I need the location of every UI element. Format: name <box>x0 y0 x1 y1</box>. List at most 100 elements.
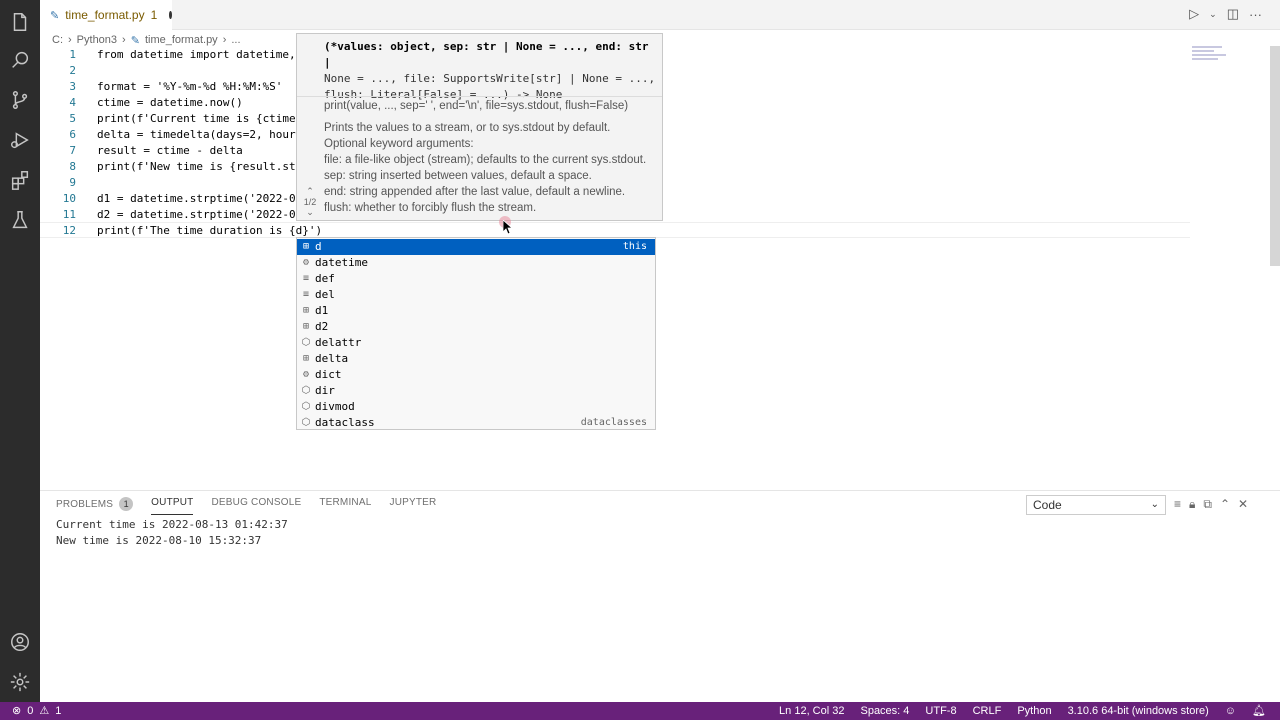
tab-output[interactable]: OUTPUT <box>151 497 194 515</box>
explorer-icon[interactable] <box>8 10 32 34</box>
problems-badge: 1 <box>119 497 134 511</box>
function-icon: ⬡ <box>301 385 311 396</box>
output-line: Current time is 2022-08-13 01:42:37 <box>56 518 288 531</box>
keyword-icon: ≡ <box>302 273 310 284</box>
feedback-icon[interactable]: ☺ <box>1225 702 1236 720</box>
suggestion-item[interactable]: ⬡ dataclass dataclasses <box>297 415 655 431</box>
tab-problem-count: 1 <box>150 8 158 22</box>
chevron-right-icon: › <box>122 34 126 46</box>
tab-filename: time_format.py <box>65 8 145 22</box>
status-right-items: Ln 12, Col 32 Spaces: 4 UTF-8 CRLF Pytho… <box>779 702 1266 720</box>
tab-terminal[interactable]: TERMINAL <box>319 497 371 515</box>
doc-line: flush: whether to forcibly flush the str… <box>324 202 537 214</box>
doc-line: Optional keyword arguments: <box>324 138 474 150</box>
signature-overload-nav: ⌃ 1/2 ⌄ <box>300 186 320 218</box>
suggestion-item[interactable]: ⬡ delattr <box>297 335 655 351</box>
suggestion-item[interactable]: ≡ def <box>297 271 655 287</box>
python-file-icon: ✎ <box>50 9 60 22</box>
signature-param-active: (*values: object, sep: str | None = ...,… <box>324 40 656 69</box>
suggest-widget: ⊞ d this ⚙ datetime ≡ def ≡ del ⊞ d1 ⊞ d2 ⬡ dela… <box>296 237 656 430</box>
file-encoding[interactable]: UTF-8 <box>925 702 956 720</box>
variable-icon: ⊞ <box>302 321 310 332</box>
suggestion-item[interactable]: ⊞ d1 <box>297 303 655 319</box>
signature-help-widget: (*values: object, sep: str | None = ...,… <box>296 33 663 221</box>
tab-problems[interactable]: PROBLEMS 1 <box>56 497 134 515</box>
editor-tab-bar: ✎ time_format.py 1 ▷ ⌄ ◫ ··· <box>40 0 1280 30</box>
run-debug-icon[interactable] <box>8 128 32 152</box>
end-of-line[interactable]: CRLF <box>973 702 1002 720</box>
doc-line: end: string appended after the last valu… <box>324 186 626 198</box>
error-count: 0 <box>27 705 34 717</box>
run-dropdown-icon[interactable]: ⌄ <box>1209 9 1217 20</box>
vertical-scrollbar[interactable] <box>1270 46 1280 266</box>
signature-text: (*values: object, sep: str | None = ...,… <box>324 39 659 103</box>
testing-icon[interactable] <box>8 208 32 232</box>
run-python-file-icon[interactable]: ▷ <box>1189 6 1199 22</box>
variable-icon: ⊞ <box>302 241 310 252</box>
language-mode[interactable]: Python <box>1017 702 1051 720</box>
more-actions-icon[interactable]: ··· <box>1249 7 1262 22</box>
editor-tab-time-format[interactable]: ✎ time_format.py 1 <box>40 0 172 30</box>
doc-line: sep: string inserted between values, def… <box>324 170 592 182</box>
source-control-icon[interactable] <box>8 88 32 112</box>
output-channel-value: Code <box>1033 498 1062 512</box>
close-panel-icon[interactable]: ✕ <box>1238 497 1248 512</box>
output-line: New time is 2022-08-10 15:32:37 <box>56 534 262 547</box>
bottom-panel: PROBLEMS 1 OUTPUT DEBUG CONSOLE TERMINAL … <box>40 490 1280 702</box>
suggestion-item[interactable]: ⚙ datetime <box>297 255 655 271</box>
signature-line-2: None = ..., file: SupportsWrite[str] | N… <box>324 72 656 85</box>
extensions-icon[interactable] <box>8 168 32 192</box>
cursor-position[interactable]: Ln 12, Col 32 <box>779 702 844 720</box>
error-icon: ⊗ <box>12 705 22 717</box>
minimap[interactable] <box>1192 46 1232 64</box>
warning-count: 1 <box>55 705 62 717</box>
unsaved-dot-icon[interactable] <box>169 11 172 19</box>
breadcrumb-symbol[interactable]: ... <box>231 34 240 46</box>
chevron-down-icon[interactable]: ⌄ <box>300 207 320 218</box>
lock-scroll-icon[interactable]: 🔒︎ <box>1189 497 1195 512</box>
breadcrumb-file[interactable]: time_format.py <box>145 34 218 46</box>
function-icon: ⬡ <box>301 417 311 428</box>
indentation[interactable]: Spaces: 4 <box>860 702 909 720</box>
mouse-pointer-icon <box>503 220 513 234</box>
breadcrumb-drive[interactable]: C: <box>52 34 63 46</box>
python-file-icon: ✎ <box>130 34 140 47</box>
settings-gear-icon[interactable] <box>8 670 32 694</box>
suggestion-item[interactable]: ⚙ dict <box>297 367 655 383</box>
open-in-editor-icon[interactable]: ⧉ <box>1203 497 1212 512</box>
suggestion-item[interactable]: ⊞ d2 <box>297 319 655 335</box>
breadcrumb-folder[interactable]: Python3 <box>77 34 117 46</box>
suggestion-item[interactable]: ⊞ delta <box>297 351 655 367</box>
signature-divider <box>297 96 662 97</box>
python-interpreter[interactable]: 3.10.6 64-bit (windows store) <box>1068 702 1209 720</box>
suggestion-item[interactable]: ≡ del <box>297 287 655 303</box>
chevron-up-icon[interactable]: ⌃ <box>300 186 320 197</box>
account-icon[interactable] <box>8 630 32 654</box>
signature-documentation: print(value, ..., sep=' ', end='\n', fil… <box>324 98 659 216</box>
panel-tabs: PROBLEMS 1 OUTPUT DEBUG CONSOLE TERMINAL … <box>56 497 436 515</box>
tab-jupyter[interactable]: JUPYTER <box>390 497 437 515</box>
clear-output-icon[interactable]: ≡ <box>1174 497 1181 512</box>
panel-actions: ≡ 🔒︎ ⧉ ⌃ ✕ <box>1174 497 1248 512</box>
output-log: Current time is 2022-08-13 01:42:37 New t… <box>56 517 288 549</box>
suggestion-item[interactable]: ⬡ divmod <box>297 399 655 415</box>
split-editor-icon[interactable]: ◫ <box>1227 6 1239 22</box>
code-line-current: 12 print(f'The time duration is {d}') <box>40 222 1190 238</box>
overload-counter: 1/2 <box>303 197 317 207</box>
status-problems[interactable]: ⊗ 0 ⚠ 1 <box>12 702 61 720</box>
function-icon: ⬡ <box>301 401 311 412</box>
maximize-panel-icon[interactable]: ⌃ <box>1220 497 1230 512</box>
function-icon: ⬡ <box>301 337 311 348</box>
tab-debug-console[interactable]: DEBUG CONSOLE <box>211 497 301 515</box>
keyword-icon: ≡ <box>302 289 310 300</box>
class-icon: ⚙ <box>302 257 310 268</box>
notifications-bell-icon[interactable]: 🔔︎ <box>1252 702 1266 720</box>
search-icon[interactable] <box>8 48 32 72</box>
output-channel-select[interactable]: Code ⌄ <box>1026 495 1166 515</box>
suggestion-item-selected[interactable]: ⊞ d this <box>297 239 655 255</box>
warning-icon: ⚠ <box>39 705 50 717</box>
doc-line: Prints the values to a stream, or to sys… <box>324 122 611 134</box>
variable-icon: ⊞ <box>302 353 310 364</box>
doc-line: print(value, ..., sep=' ', end='\n', fil… <box>324 100 629 112</box>
suggestion-item[interactable]: ⬡ dir <box>297 383 655 399</box>
